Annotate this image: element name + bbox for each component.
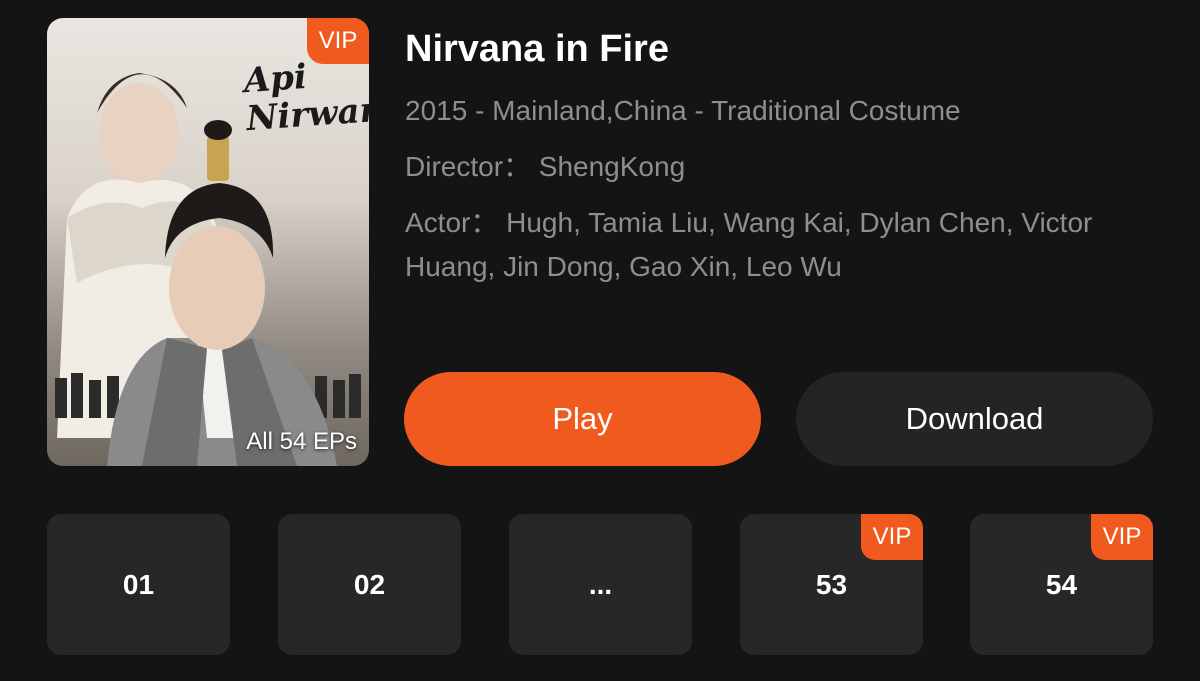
show-director: Director： ShengKong	[405, 151, 686, 182]
episode-tile[interactable]: 53 VIP	[740, 514, 923, 655]
play-button[interactable]: Play	[404, 372, 761, 466]
episode-tile[interactable]: 54 VIP	[970, 514, 1153, 655]
show-title: Nirvana in Fire	[405, 28, 669, 70]
episode-tile[interactable]: 01	[47, 514, 230, 655]
episode-count: All 54 EPs	[246, 428, 357, 455]
poster-title-art: Api Nirwana	[242, 56, 369, 140]
vip-badge: VIP	[861, 514, 923, 560]
episode-label: ...	[588, 568, 613, 600]
show-actors: Actor： Hugh, Tamia Liu, Wang Kai, Dylan …	[405, 207, 1093, 282]
episode-label: 01	[122, 568, 155, 600]
episode-label: 53	[815, 568, 848, 600]
show-info: 2015 - Mainland,China - Traditional Cost…	[405, 95, 961, 126]
episode-tile[interactable]: 02	[278, 514, 461, 655]
episode-more-tile[interactable]: ...	[509, 514, 692, 655]
vip-badge: VIP	[1091, 514, 1153, 560]
episode-label: 54	[1045, 568, 1078, 600]
poster-image[interactable]: Api Nirwana VIP All 54 EPs	[47, 18, 369, 466]
download-button[interactable]: Download	[796, 372, 1153, 466]
episode-label: 02	[353, 568, 386, 600]
vip-badge: VIP	[307, 18, 369, 64]
